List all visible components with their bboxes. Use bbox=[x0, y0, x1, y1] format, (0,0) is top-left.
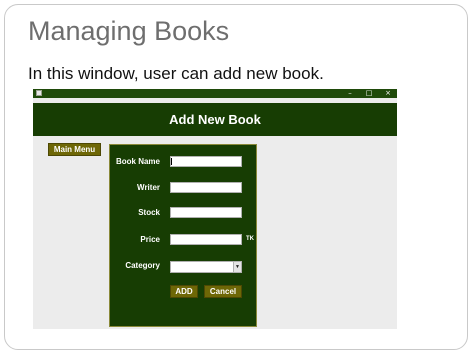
window-header-title: Add New Book bbox=[169, 112, 261, 127]
price-label: Price bbox=[140, 235, 160, 244]
price-unit-label: TK bbox=[246, 236, 254, 242]
main-menu-button[interactable]: Main Menu bbox=[48, 143, 101, 156]
writer-input[interactable] bbox=[170, 182, 242, 193]
book-name-label: Book Name bbox=[115, 157, 160, 166]
slide-title: Managing Books bbox=[28, 16, 230, 46]
add-button[interactable]: ADD bbox=[170, 285, 198, 298]
writer-label: Writer bbox=[137, 183, 160, 192]
book-name-input[interactable] bbox=[170, 156, 242, 167]
header-band: Add New Book bbox=[33, 103, 397, 136]
app-icon bbox=[36, 90, 42, 96]
stock-label: Stock bbox=[138, 208, 160, 217]
slide-body-text: In this window, user can add new book. bbox=[28, 64, 324, 83]
category-select[interactable]: ▼ bbox=[170, 261, 242, 273]
price-input[interactable] bbox=[170, 234, 242, 245]
minimize-icon[interactable]: – bbox=[344, 89, 356, 98]
add-book-window: – □ × Add New Book Main Menu Book Name W… bbox=[33, 89, 397, 329]
text-caret bbox=[171, 158, 172, 165]
maximize-icon[interactable]: □ bbox=[363, 89, 375, 98]
category-label: Category bbox=[125, 261, 160, 270]
cancel-button[interactable]: Cancel bbox=[204, 285, 242, 298]
close-icon[interactable]: × bbox=[382, 89, 394, 98]
stock-input[interactable] bbox=[170, 207, 242, 218]
window-titlebar: – □ × bbox=[33, 89, 397, 98]
add-book-form: Book Name Writer Stock Price TK Category… bbox=[109, 144, 257, 327]
chevron-down-icon[interactable]: ▼ bbox=[233, 262, 241, 272]
